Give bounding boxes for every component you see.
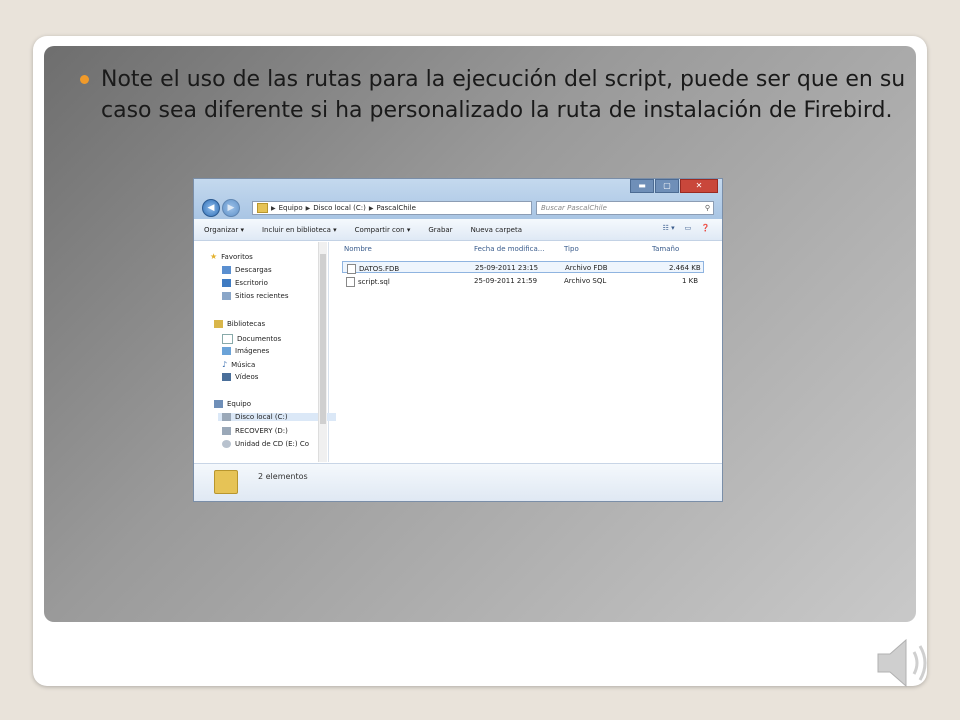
recent-places-icon xyxy=(222,292,231,300)
nav-documents[interactable]: Documentos xyxy=(222,334,281,344)
file-row[interactable]: DATOS.FDB 25-09-2011 23:15 Archivo FDB 2… xyxy=(342,261,704,274)
column-size[interactable]: Tamaño xyxy=(652,245,679,253)
share-button[interactable]: Compartir con ▾ xyxy=(355,226,411,234)
chevron-right-icon: ▶ xyxy=(368,204,374,212)
search-placeholder: Buscar PascalChile xyxy=(541,204,607,212)
breadcrumb-disco-local[interactable]: Disco local (C:) xyxy=(313,204,366,212)
column-date[interactable]: Fecha de modifica... xyxy=(474,245,544,253)
help-icon[interactable]: ❓ xyxy=(701,224,710,232)
file-icon xyxy=(347,264,356,274)
folder-icon xyxy=(257,203,268,213)
scroll-thumb[interactable] xyxy=(320,254,326,424)
speaker-icon[interactable] xyxy=(872,630,938,696)
music-icon: ♪ xyxy=(222,360,228,369)
desktop-icon xyxy=(222,279,231,287)
bullet-text: Note el uso de las rutas para la ejecuci… xyxy=(101,67,906,123)
breadcrumb-pascalchile[interactable]: PascalChile xyxy=(376,204,415,212)
back-arrow-icon[interactable]: ◀ xyxy=(202,199,220,217)
bullet-dot xyxy=(80,75,89,84)
file-icon xyxy=(346,277,355,287)
nav-libraries[interactable]: Bibliotecas xyxy=(214,320,265,328)
nav-music[interactable]: ♪ Música xyxy=(222,360,255,369)
cd-drive-icon xyxy=(222,440,231,448)
maximize-button[interactable]: ▢ xyxy=(655,179,679,193)
new-folder-button[interactable]: Nueva carpeta xyxy=(471,226,522,234)
nav-images[interactable]: Imágenes xyxy=(222,347,269,355)
nav-recent-places[interactable]: Sitios recientes xyxy=(222,292,289,300)
drive-icon xyxy=(222,427,231,435)
file-row[interactable]: script.sql 25-09-2011 21:59 Archivo SQL … xyxy=(342,275,704,287)
breadcrumb-equipo[interactable]: Equipo xyxy=(279,204,303,212)
nav-scrollbar[interactable] xyxy=(318,242,327,462)
organize-button[interactable]: Organizar ▾ xyxy=(204,226,244,234)
chevron-right-icon: ▶ xyxy=(271,204,276,212)
preview-pane-icon[interactable]: ▭ xyxy=(685,224,692,232)
column-type[interactable]: Tipo xyxy=(564,245,579,253)
title-bar: ▬ ▢ ✕ ◀ ▶ ▶ Equipo ▶ Disco local (C:) ▶ … xyxy=(194,179,722,219)
drive-icon xyxy=(222,413,231,421)
status-bar: 2 elementos xyxy=(194,463,722,501)
close-button[interactable]: ✕ xyxy=(680,179,718,193)
column-headers: Nombre Fecha de modifica... Tipo Tamaño xyxy=(334,243,714,257)
minimize-button[interactable]: ▬ xyxy=(630,179,654,193)
nav-favorites[interactable]: ★ Favoritos xyxy=(210,252,253,261)
documents-icon xyxy=(222,334,233,344)
nav-downloads[interactable]: Descargas xyxy=(222,266,272,274)
search-input[interactable]: Buscar PascalChile ⚲ xyxy=(536,201,714,215)
star-icon: ★ xyxy=(210,252,218,261)
navigation-pane: ★ Favoritos Descargas Escritorio Sitios … xyxy=(194,242,336,462)
search-icon[interactable]: ⚲ xyxy=(705,202,710,214)
library-icon xyxy=(214,320,223,328)
nav-recovery-drive[interactable]: RECOVERY (D:) xyxy=(222,427,288,435)
explorer-window: ▬ ▢ ✕ ◀ ▶ ▶ Equipo ▶ Disco local (C:) ▶ … xyxy=(193,178,723,502)
include-library-button[interactable]: Incluir en biblioteca ▾ xyxy=(262,226,337,234)
nav-cd-drive[interactable]: Unidad de CD (E:) Co xyxy=(222,440,309,448)
view-options-icon[interactable]: ☷ ▾ xyxy=(663,224,675,232)
videos-icon xyxy=(222,373,231,381)
command-toolbar: Organizar ▾ Incluir en biblioteca ▾ Comp… xyxy=(194,219,722,241)
address-bar[interactable]: ▶ Equipo ▶ Disco local (C:) ▶ PascalChil… xyxy=(252,201,532,215)
forward-arrow-icon[interactable]: ▶ xyxy=(222,199,240,217)
nav-videos[interactable]: Vídeos xyxy=(222,373,258,381)
nav-computer[interactable]: Equipo xyxy=(214,400,251,408)
burn-button[interactable]: Grabar xyxy=(428,226,452,234)
chevron-right-icon: ▶ xyxy=(305,204,311,212)
item-count: 2 elementos xyxy=(258,472,308,481)
computer-icon xyxy=(214,400,223,408)
column-name[interactable]: Nombre xyxy=(344,245,372,253)
downloads-icon xyxy=(222,266,231,274)
nav-desktop[interactable]: Escritorio xyxy=(222,279,268,287)
folder-icon xyxy=(214,470,238,494)
images-icon xyxy=(222,347,231,355)
